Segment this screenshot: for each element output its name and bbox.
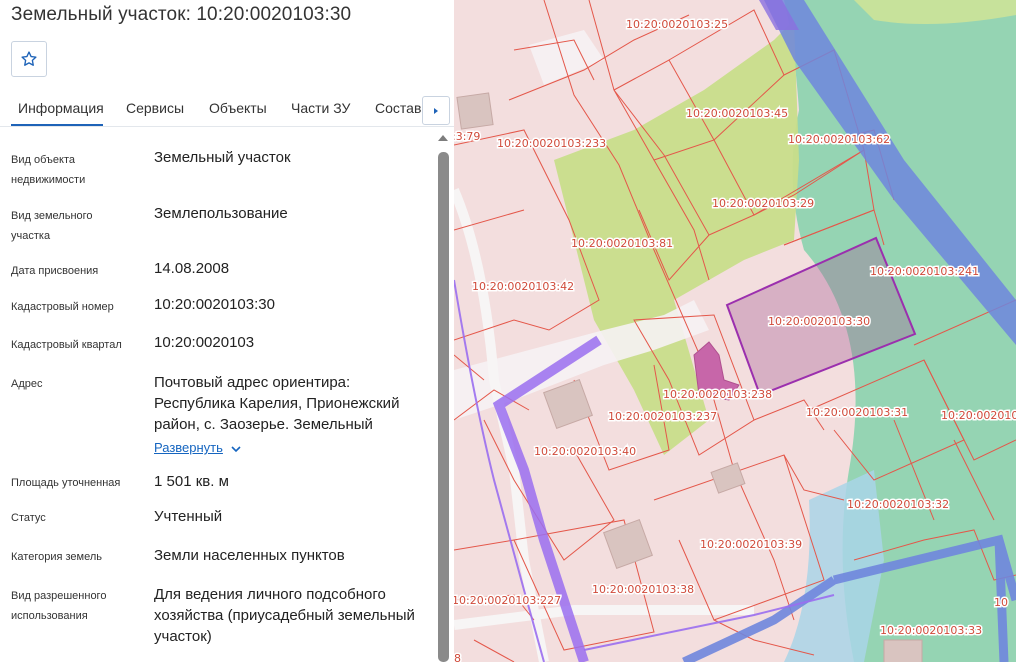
parcel-label[interactable]: 10:20:0020103:241 xyxy=(869,264,981,280)
parcel-label[interactable]: 10:20:0020103:62 xyxy=(787,132,892,148)
parcel-label[interactable]: 10:20:0020103:233 xyxy=(496,136,608,152)
tab-composition[interactable]: Состав xyxy=(375,100,421,116)
property-value: Землепользование xyxy=(154,205,288,222)
tab-objects[interactable]: Объекты xyxy=(209,100,267,116)
caret-right-icon xyxy=(434,107,438,114)
property-label: Кадастровый квартал xyxy=(11,339,122,351)
parcel-label[interactable]: 10:20:0020103:238 xyxy=(662,387,774,403)
chevron-down-icon xyxy=(231,441,241,456)
parcel-label[interactable]: 10:20:0020103:30 xyxy=(767,314,872,330)
parcel-label[interactable]: 10:20:0020103:45 xyxy=(685,106,790,122)
property-label: Вид земельного участка xyxy=(11,210,93,242)
property-value: Земли населенных пунктов xyxy=(154,547,345,564)
property-value: 14.08.2008 xyxy=(154,260,230,277)
scrollbar-thumb[interactable] xyxy=(438,152,449,662)
property-value: 10:20:0020103 xyxy=(154,334,255,351)
map-canvas[interactable]: 10:20:0020103:25 10:20:0020103:45 :3:79 10:… xyxy=(454,0,1016,662)
tab-services[interactable]: Сервисы xyxy=(126,100,184,116)
favorite-button[interactable] xyxy=(11,41,47,77)
parcel-label[interactable]: 10:20:0020103:29 xyxy=(711,196,816,212)
parcel-label[interactable]: 8 xyxy=(454,651,463,662)
parcel-label[interactable]: 10 xyxy=(993,595,1010,611)
property-value: Для ведения личного подсобного хозяйства… xyxy=(154,586,415,645)
star-icon xyxy=(21,51,37,66)
tab-information[interactable]: Информация xyxy=(18,100,104,116)
property-label: Дата присвоения xyxy=(11,265,99,277)
tabs-scroll-right-button[interactable] xyxy=(422,96,450,125)
property-list: Вид объекта недвижимости Земельный участ… xyxy=(0,127,436,662)
property-label: Площадь уточненная xyxy=(11,477,121,489)
parcel-label[interactable]: 10:20:0020103:81 xyxy=(570,236,675,252)
info-panel: Земельный участок: 10:20:0020103:30 Инфо… xyxy=(0,0,454,662)
parcel-label[interactable]: 10:20:0020103:31 xyxy=(805,405,910,421)
property-value: Учтенный xyxy=(154,508,223,525)
property-label: Вид объекта недвижимости xyxy=(11,154,86,186)
parcel-label[interactable]: 10:20:0020103 xyxy=(940,408,1016,424)
parcel-label[interactable]: 10:20:0020103:25 xyxy=(625,17,730,33)
property-label: Вид разрешенного использования xyxy=(11,590,107,622)
active-tab-indicator xyxy=(11,124,103,126)
address-value: Почтовый адрес ориентира: Республика Кар… xyxy=(154,374,400,433)
parcel-label[interactable]: 10:20:0020103:227 xyxy=(454,593,563,609)
property-value: 10:20:0020103:30 xyxy=(154,296,275,313)
parcel-label[interactable]: 10:20:0020103:42 xyxy=(471,279,576,295)
property-label: Статус xyxy=(11,512,46,524)
cadastral-map[interactable]: 10:20:0020103:25 10:20:0020103:45 :3:79 10:… xyxy=(454,0,1016,662)
tab-bar: Информация Сервисы Объекты Части ЗУ Сост… xyxy=(0,96,454,127)
property-value: Земельный участок xyxy=(154,149,291,166)
parcel-label[interactable]: 10:20:0020103:38 xyxy=(591,582,696,598)
tab-parts[interactable]: Части ЗУ xyxy=(291,100,350,116)
property-label: Адрес xyxy=(11,378,43,390)
page-title: Земельный участок: 10:20:0020103:30 xyxy=(11,4,352,25)
parcel-label[interactable]: 10:20:0020103:237 xyxy=(607,409,719,425)
expand-label: Развернуть xyxy=(154,440,223,455)
parcel-label[interactable]: 10:20:0020103:39 xyxy=(699,537,804,553)
property-value: 1 501 кв. м xyxy=(154,473,229,490)
expand-address-link[interactable]: Развернуть xyxy=(154,440,241,456)
property-label: Кадастровый номер xyxy=(11,301,114,313)
parcel-label[interactable]: 10:20:0020103:33 xyxy=(879,623,984,639)
property-label: Категория земель xyxy=(11,551,102,563)
parcel-label[interactable]: :3:79 xyxy=(454,129,482,145)
parcel-label[interactable]: 10:20:0020103:32 xyxy=(846,497,951,513)
scroll-up-arrow[interactable] xyxy=(438,135,448,141)
parcel-label[interactable]: 10:20:0020103:40 xyxy=(533,444,638,460)
